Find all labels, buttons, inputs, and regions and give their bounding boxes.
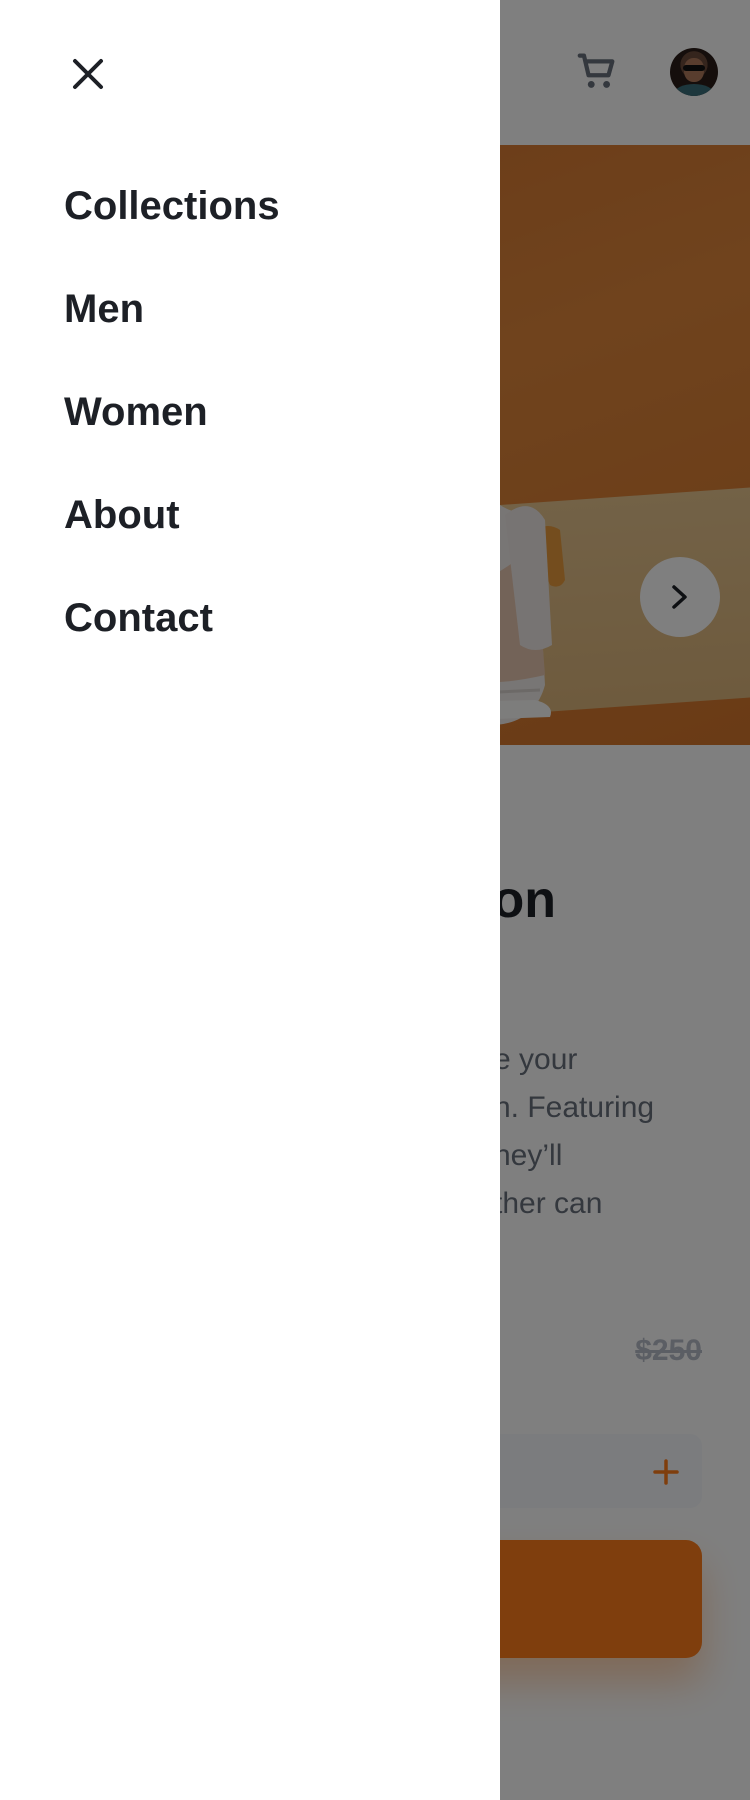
- nav-item-about[interactable]: About: [64, 485, 280, 588]
- mobile-nav-drawer: Collections Men Women About Contact: [0, 0, 500, 1800]
- close-icon: [73, 59, 103, 89]
- nav-item-women[interactable]: Women: [64, 382, 280, 485]
- close-menu-button[interactable]: [66, 52, 110, 96]
- nav-item-contact[interactable]: Contact: [64, 588, 280, 691]
- nav-menu: Collections Men Women About Contact: [64, 176, 280, 691]
- nav-item-men[interactable]: Men: [64, 279, 280, 382]
- nav-item-collections[interactable]: Collections: [64, 176, 280, 279]
